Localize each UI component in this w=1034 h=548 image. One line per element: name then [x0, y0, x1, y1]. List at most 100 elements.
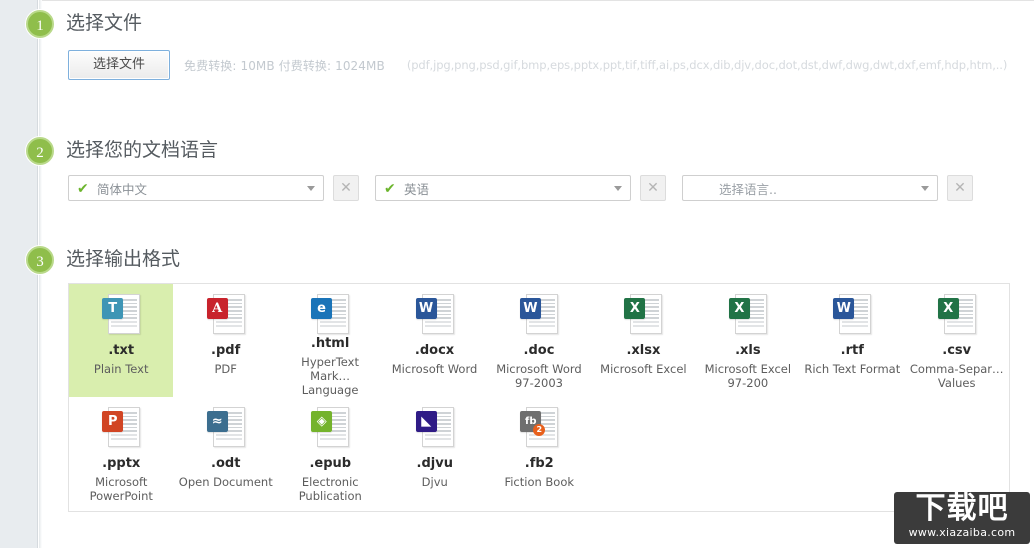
language-select-value-1: 简体中文: [97, 181, 148, 197]
format-tile-xlsx[interactable]: X .xlsx Microsoft Excel: [591, 284, 695, 397]
format-extension-label: .epub: [309, 456, 352, 471]
format-extension-label: .pdf: [211, 343, 241, 358]
file-icon-html: e: [309, 294, 351, 334]
converter-page: 1 选择文件 选择文件 免费转换: 10MB 付费转换: 1024MB (pdf…: [0, 0, 1034, 548]
clear-language-button-3[interactable]: ✕: [947, 175, 973, 201]
step-badge-1: 1: [26, 10, 54, 38]
format-extension-label: .djvu: [416, 456, 453, 471]
file-type-badge: fb 2: [520, 411, 546, 436]
format-description-label: Open Document: [178, 475, 273, 489]
chevron-down-icon: [921, 186, 929, 191]
step-badge-2: 2: [26, 137, 54, 165]
format-row: P .pptx Microsoft PowerPoint ≈ .odt Open Docu…: [69, 397, 1009, 510]
format-tile-odt[interactable]: ≈ .odt Open Document: [174, 397, 279, 510]
chevron-down-icon: [307, 186, 315, 191]
site-watermark: 下载吧 www.xiazaiba.com: [894, 492, 1030, 544]
format-tile-pdf[interactable]: A .pdf PDF: [173, 284, 277, 397]
clear-language-button-1[interactable]: ✕: [333, 175, 359, 201]
file-icon-doc: W: [518, 294, 560, 338]
file-type-badge: W: [833, 298, 855, 319]
step-badge-3: 3: [26, 246, 54, 274]
file-type-badge: e: [311, 298, 333, 319]
format-tile-html[interactable]: e .html HyperText Mark… Language: [278, 284, 382, 397]
format-tile-epub[interactable]: ◈ .epub Electronic Publication: [278, 397, 383, 510]
file-type-badge: X: [728, 298, 750, 319]
file-type-badge: W: [519, 298, 541, 319]
file-icon-rtf: W: [831, 294, 873, 338]
checkmark-icon: ✔: [77, 180, 89, 196]
top-divider: [42, 0, 1034, 1]
file-icon-pptx: P: [100, 407, 142, 451]
format-description-label: Microsoft Excel: [600, 362, 687, 376]
format-extension-label: .rtf: [840, 343, 864, 358]
format-description-label: HyperText Mark… Language: [301, 355, 359, 397]
chevron-down-icon: [614, 186, 622, 191]
content-edge-shadow: [39, 0, 42, 548]
supported-extensions-note: (pdf,jpg,png,psd,gif,bmp,eps,pptx,ppt,ti…: [406, 58, 1008, 72]
format-tile-fb2[interactable]: fb 2 .fb2 Fiction Book: [487, 397, 592, 510]
file-type-badge: ◣: [415, 411, 437, 432]
format-extension-label: .txt: [108, 343, 135, 358]
file-type-badge: A: [206, 298, 228, 319]
language-select-3[interactable]: 选择语言..: [682, 175, 938, 201]
file-icon-txt: T: [100, 294, 142, 338]
format-description-label: Fiction Book: [504, 475, 575, 489]
language-select-value-2: 英语: [404, 181, 430, 197]
format-extension-label: .pptx: [102, 456, 141, 471]
format-description-label: Plain Text: [93, 362, 149, 376]
format-description-label: Microsoft Excel 97-200: [704, 362, 792, 390]
language-selectors: ✔ 简体中文 ✕ ✔ 英语 ✕ 选择语言.. ✕: [68, 175, 973, 201]
file-type-badge: ◈: [311, 411, 333, 432]
format-description-label: Microsoft Word: [391, 362, 478, 376]
file-type-badge: ≈: [206, 411, 228, 432]
format-tile-djvu[interactable]: ◣ .djvu Djvu: [383, 397, 488, 510]
file-size-note: 免费转换: 10MB 付费转换: 1024MB: [184, 58, 385, 73]
step-title-1: 选择文件: [66, 12, 143, 34]
format-extension-label: .xlsx: [626, 343, 661, 358]
step-title-3: 选择输出格式: [66, 248, 181, 270]
format-tile-csv[interactable]: X .csv Comma-Separ… Values: [905, 284, 1009, 397]
output-format-panel: T .txt Plain Text A .pdf PDF e .html HyperText M…: [68, 283, 1010, 512]
format-extension-label: .fb2: [524, 456, 554, 471]
step-title-2: 选择您的文档语言: [66, 139, 219, 161]
format-description-label: Djvu: [421, 475, 448, 489]
file-icon-xls: X: [727, 294, 769, 338]
format-tile-docx[interactable]: W .docx Microsoft Word: [382, 284, 486, 397]
clear-language-button-2[interactable]: ✕: [640, 175, 666, 201]
format-row: T .txt Plain Text A .pdf PDF e .html HyperText M…: [69, 284, 1009, 397]
checkmark-icon: ✔: [384, 180, 396, 196]
choose-file-button[interactable]: 选择文件: [68, 50, 170, 80]
format-tile-txt[interactable]: T .txt Plain Text: [69, 284, 174, 397]
file-icon-csv: X: [936, 294, 978, 338]
left-gutter: [0, 0, 38, 548]
format-tile-xls[interactable]: X .xls Microsoft Excel 97-200: [696, 284, 800, 397]
format-extension-label: .doc: [523, 343, 555, 358]
file-icon-djvu: ◣: [414, 407, 456, 451]
file-icon-fb2: fb 2: [518, 407, 560, 451]
format-extension-label: .odt: [211, 456, 241, 471]
file-icon-odt: ≈: [205, 407, 247, 451]
file-icon-epub: ◈: [309, 407, 351, 451]
file-type-badge: W: [415, 298, 437, 319]
watermark-url: www.xiazaiba.com: [908, 526, 1016, 539]
format-description-label: Microsoft PowerPoint: [89, 475, 153, 503]
language-select-2[interactable]: ✔ 英语: [375, 175, 631, 201]
format-tile-pptx[interactable]: P .pptx Microsoft PowerPoint: [69, 397, 174, 510]
format-tile-doc[interactable]: W .doc Microsoft Word 97-2003: [487, 284, 591, 397]
language-select-value-3: 选择语言..: [719, 181, 777, 197]
upload-row: 选择文件 免费转换: 10MB 付费转换: 1024MB (pdf,jpg,pn…: [68, 50, 1007, 80]
format-description-label: Rich Text Format: [804, 362, 901, 376]
language-group-1: ✔ 简体中文 ✕: [68, 175, 359, 201]
format-description-label: Microsoft Word 97-2003: [496, 362, 582, 390]
format-description-label: PDF: [214, 362, 237, 376]
format-tile-rtf[interactable]: W .rtf Rich Text Format: [800, 284, 904, 397]
format-description-label: Electronic Publication: [298, 475, 362, 503]
watermark-title: 下载吧: [915, 492, 1009, 526]
file-type-badge: X: [624, 298, 646, 319]
format-extension-label: .html: [310, 336, 350, 351]
format-description-label: Comma-Separ… Values: [909, 362, 1004, 390]
language-group-3: 选择语言.. ✕: [682, 175, 973, 201]
format-extension-label: .csv: [942, 343, 972, 358]
language-select-1[interactable]: ✔ 简体中文: [68, 175, 324, 201]
file-type-badge: P: [102, 411, 124, 432]
